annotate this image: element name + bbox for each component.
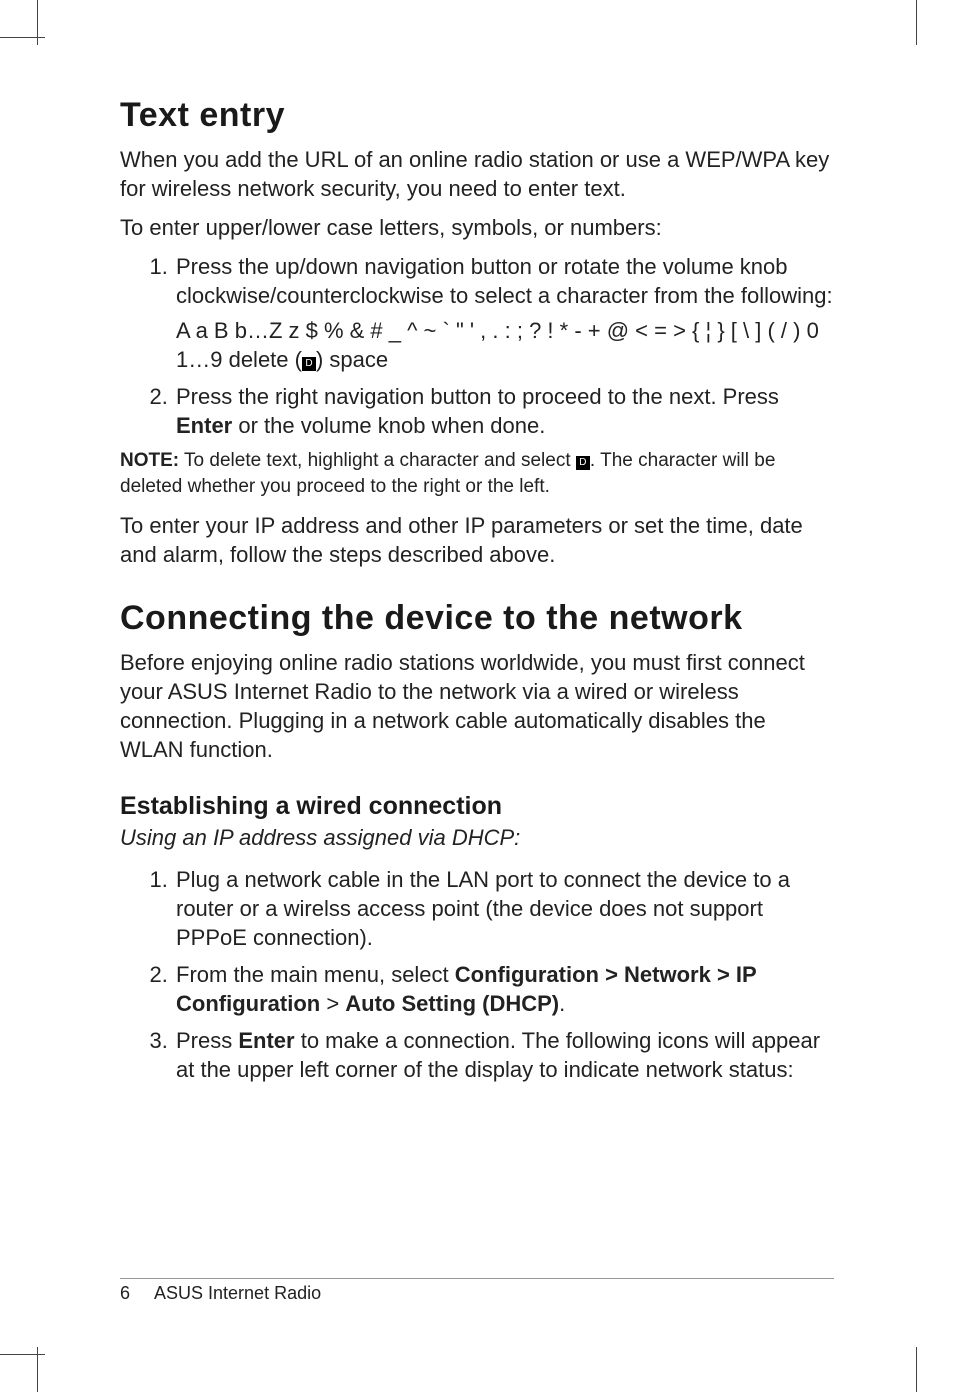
ordered-list: Plug a network cable in the LAN port to … — [120, 865, 834, 1084]
note-paragraph: NOTE: To delete text, highlight a charac… — [120, 448, 834, 499]
heading-text-entry: Text entry — [120, 96, 834, 135]
note-label: NOTE: — [120, 450, 179, 471]
heading-connecting: Connecting the device to the network — [120, 599, 834, 638]
list-text: Press the up/down navigation button or r… — [176, 254, 833, 308]
delete-icon: D — [302, 357, 316, 371]
note-text-a: To delete text, highlight a character an… — [179, 450, 576, 471]
list-text: > — [320, 991, 345, 1016]
page-number: 6 — [120, 1283, 150, 1304]
footer-title: ASUS Internet Radio — [154, 1283, 321, 1303]
paragraph: To enter upper/lower case letters, symbo… — [120, 213, 834, 242]
enter-label: Enter — [176, 413, 232, 438]
list-item: Plug a network cable in the LAN port to … — [174, 865, 834, 952]
subheading-dhcp: Using an IP address assigned via DHCP: — [120, 825, 834, 851]
enter-label: Enter — [238, 1028, 294, 1053]
paragraph: Before enjoying online radio stations wo… — [120, 648, 834, 764]
list-text: From the main menu, select — [176, 962, 455, 987]
char-text-after: ) space — [316, 347, 388, 372]
char-text: A a B b…Z z $ % & # _ ^ ~ ` " ' , . : ; … — [176, 318, 819, 372]
ordered-list: Press the up/down navigation button or r… — [120, 252, 834, 440]
list-text-after: or the volume knob when done. — [232, 413, 545, 438]
list-item: Press the right navigation button to pro… — [174, 382, 834, 440]
menu-path: Auto Setting (DHCP) — [345, 991, 559, 1016]
list-text: . — [559, 991, 565, 1016]
char-list: A a B b…Z z $ % & # _ ^ ~ ` " ' , . : ; … — [176, 316, 834, 374]
subheading-wired: Establishing a wired connection — [120, 792, 834, 821]
delete-icon: D — [576, 456, 590, 470]
list-text: Press — [176, 1028, 238, 1053]
list-item: Press Enter to make a connection. The fo… — [174, 1026, 834, 1084]
page-footer: 6 ASUS Internet Radio — [120, 1278, 834, 1304]
list-item: From the main menu, select Configuration… — [174, 960, 834, 1018]
paragraph: When you add the URL of an online radio … — [120, 145, 834, 203]
list-item: Press the up/down navigation button or r… — [174, 252, 834, 374]
paragraph: To enter your IP address and other IP pa… — [120, 511, 834, 569]
list-text: Press the right navigation button to pro… — [176, 384, 779, 409]
